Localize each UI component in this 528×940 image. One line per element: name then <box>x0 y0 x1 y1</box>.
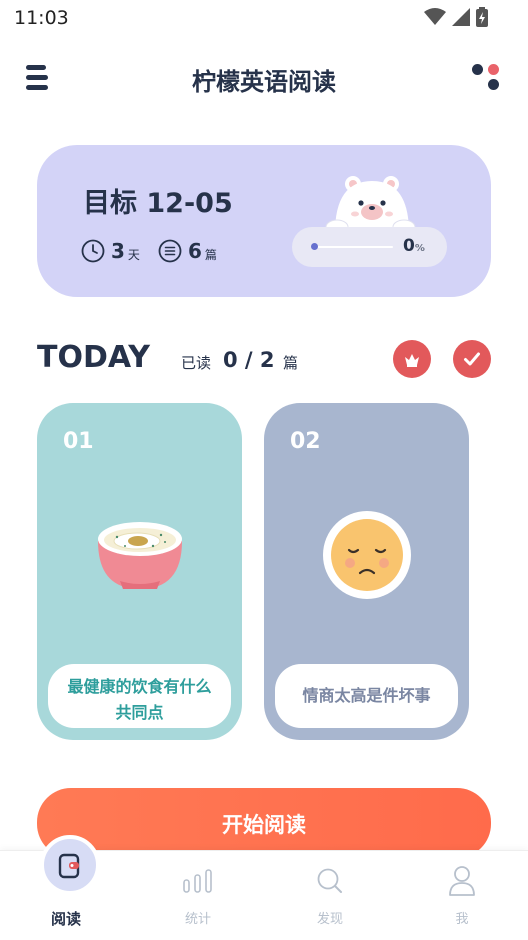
goal-card[interactable]: 目标 12-05 3 天 6 篇 0% <box>37 145 491 297</box>
article-title: 情商太高是件坏事 <box>275 664 458 728</box>
rice-bowl-icon <box>98 522 182 589</box>
status-icons <box>424 7 488 27</box>
tab-discover[interactable]: 发现 <box>264 851 396 940</box>
book-icon <box>58 853 80 879</box>
goal-articles-value: 6 <box>187 239 202 263</box>
goal-days-unit: 天 <box>127 247 140 262</box>
apps-icon[interactable] <box>472 62 502 92</box>
tab-label: 发现 <box>316 912 343 927</box>
battery-icon <box>476 7 488 27</box>
tab-label: 我 <box>455 912 469 927</box>
article-card-01[interactable]: 01 最健康的饮食有什么共同点 <box>37 403 242 740</box>
search-icon <box>317 868 342 893</box>
article-card-02[interactable]: 02 情商太高是件坏事 <box>264 403 469 740</box>
clock-icon <box>81 239 105 263</box>
crown-icon <box>405 354 419 367</box>
today-row: TODAY 已读 0 / 2 篇 <box>37 340 491 380</box>
reward-button[interactable] <box>393 340 431 378</box>
today-heading: TODAY <box>37 340 150 375</box>
article-number: 01 <box>63 429 94 454</box>
app-header: 柠檬英语阅读 <box>0 52 528 102</box>
status-time: 11:03 <box>14 7 69 29</box>
list-icon <box>158 239 182 263</box>
read-unit: 篇 <box>283 354 299 372</box>
check-in-button[interactable] <box>453 340 491 378</box>
checkmark-icon <box>464 352 480 366</box>
progress-unit: % <box>414 243 425 254</box>
tab-read[interactable]: 阅读 <box>0 835 132 940</box>
progress-indicator <box>311 243 318 250</box>
tab-label: 统计 <box>184 912 211 927</box>
start-reading-button[interactable]: 开始阅读 <box>37 788 491 858</box>
goal-days-value: 3 <box>111 239 125 263</box>
goal-stats: 3 天 6 篇 <box>81 239 235 263</box>
start-reading-label: 开始阅读 <box>222 813 306 837</box>
article-title: 最健康的饮食有什么共同点 <box>48 664 231 728</box>
wifi-icon <box>424 8 446 25</box>
progress-percent: 0% <box>403 236 425 256</box>
tab-me[interactable]: 我 <box>396 851 528 940</box>
read-count: 0 / 2 <box>223 348 275 372</box>
goal-title: 目标 12-05 <box>83 188 233 219</box>
progress-track <box>313 246 393 248</box>
article-number: 02 <box>290 429 321 454</box>
sad-face-icon <box>323 511 411 599</box>
tab-stats[interactable]: 统计 <box>132 851 264 940</box>
user-icon <box>449 866 475 896</box>
status-bar: 11:03 <box>0 0 528 36</box>
bar-chart-icon <box>183 869 212 893</box>
page-title: 柠檬英语阅读 <box>192 68 336 96</box>
read-label: 已读 <box>181 354 212 372</box>
goal-articles-unit: 篇 <box>204 247 217 262</box>
bottom-tab-bar: 阅读 统计 发现 我 <box>0 835 528 940</box>
goal-progress: 0% <box>292 227 447 267</box>
signal-icon <box>452 8 470 26</box>
tab-label: 阅读 <box>50 910 81 928</box>
progress-value: 0 <box>403 236 415 256</box>
